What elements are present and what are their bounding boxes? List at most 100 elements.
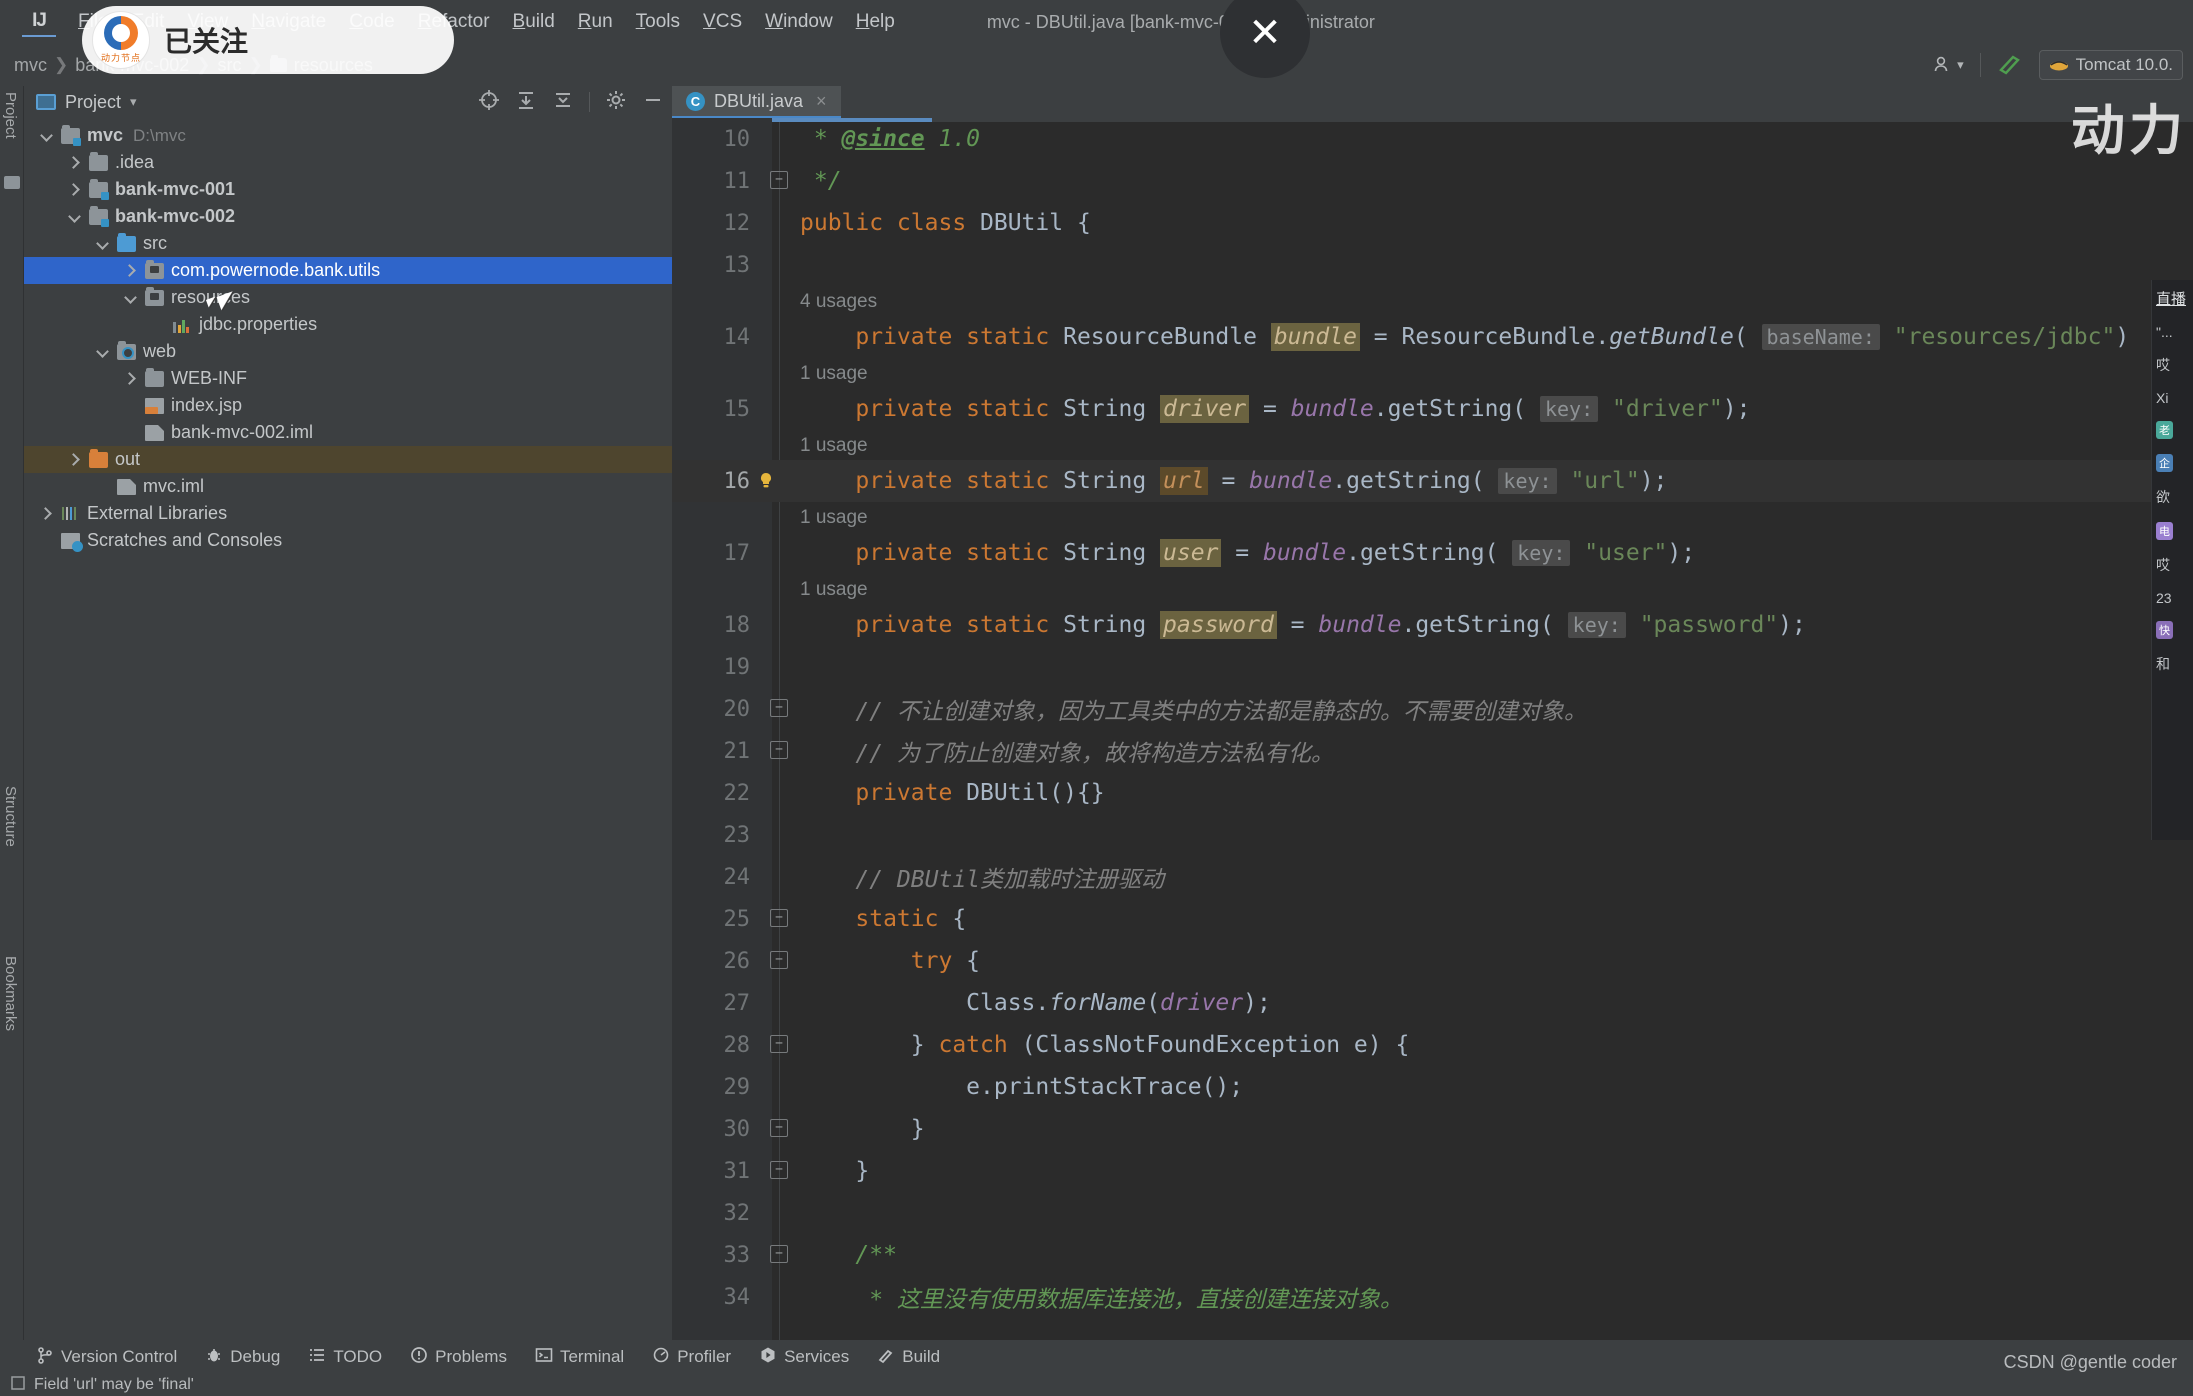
menu-item-help[interactable]: Help (856, 11, 895, 33)
fold-collapse-icon[interactable]: − (770, 171, 788, 189)
chevron-right-icon[interactable] (38, 505, 55, 522)
chevron-down-icon[interactable] (66, 208, 83, 225)
menu-item-tools[interactable]: Tools (636, 11, 680, 33)
code-line-21[interactable]: 21 − // 为了防止创建对象，故将构造方法私有化。 (672, 730, 2193, 772)
code-line-15[interactable]: 15 private static String driver = bundle… (672, 388, 2193, 430)
minimize-icon[interactable] (642, 89, 664, 116)
code-editor[interactable]: 10 * @since 1.0 11 − */ 12 public class DBUt… (672, 118, 2193, 1340)
tree-item--idea[interactable]: .idea (24, 149, 672, 176)
chevron-down-icon[interactable]: ▾ (130, 94, 137, 110)
chevron-down-icon[interactable] (94, 235, 111, 252)
fold-collapse-icon[interactable]: − (770, 909, 788, 927)
chat-message-list[interactable]: "... 哎 Xi 老企欲电哎 23 快和 (2156, 324, 2189, 674)
tree-item-resources[interactable]: resources (24, 284, 672, 311)
usage-hint[interactable]: 4 usages (800, 286, 877, 318)
tree-item-web-inf[interactable]: WEB-INF (24, 365, 672, 392)
tree-item-bank-mvc-001[interactable]: bank-mvc-001 (24, 176, 672, 203)
usage-hint[interactable]: 1 usage (800, 430, 868, 462)
code-line-34[interactable]: 34 * 这里没有使用数据库连接池，直接创建连接对象。 (672, 1276, 2193, 1318)
tree-item-web[interactable]: web (24, 338, 672, 365)
code-line-32[interactable]: 32 (672, 1192, 2193, 1234)
follow-badge-overlay[interactable]: 动力节点 已关注 (82, 6, 454, 74)
code-line-19[interactable]: 19 (672, 646, 2193, 688)
tool-window-build[interactable]: Build (877, 1346, 940, 1369)
tree-item-bank-mvc-002[interactable]: bank-mvc-002 (24, 203, 672, 230)
code-line-27[interactable]: 27 Class.forName(driver); (672, 982, 2193, 1024)
tree-item-mvc[interactable]: mvc D:\mvc (24, 122, 672, 149)
fold-collapse-icon[interactable]: − (770, 1161, 788, 1179)
usage-hint[interactable]: 1 usage (800, 574, 868, 606)
usage-hint[interactable]: 1 usage (800, 358, 868, 390)
chevron-down-icon[interactable] (94, 343, 111, 360)
tree-item-mvc-iml[interactable]: mvc.iml (24, 473, 672, 500)
user-icon[interactable]: ▾ (1933, 56, 1964, 74)
tree-item-com-powernode-bank-utils[interactable]: com.powernode.bank.utils (24, 257, 672, 284)
tree-item-index-jsp[interactable]: index.jsp (24, 392, 672, 419)
code-line-23[interactable]: 23 (672, 814, 2193, 856)
live-chat-panel[interactable]: 直播 "... 哎 Xi 老企欲电哎 23 快和 (2151, 280, 2193, 840)
chevron-right-icon[interactable] (66, 181, 83, 198)
code-line-16[interactable]: 16 private static String url = bundle.ge… (672, 460, 2193, 502)
code-line-26[interactable]: 26 − try { (672, 940, 2193, 982)
menu-item-vcs[interactable]: VCS (703, 11, 742, 33)
fold-collapse-icon[interactable]: − (770, 951, 788, 969)
code-line-10[interactable]: 10 * @since 1.0 (672, 118, 2193, 160)
code-line-12[interactable]: 12 public class DBUtil { (672, 202, 2193, 244)
tool-window-debug[interactable]: Debug (205, 1346, 280, 1369)
chevron-right-icon[interactable] (122, 262, 139, 279)
fold-collapse-icon[interactable]: − (770, 699, 788, 717)
code-line-29[interactable]: 29 e.printStackTrace(); (672, 1066, 2193, 1108)
tree-item-bank-mvc-002-iml[interactable]: bank-mvc-002.iml (24, 419, 672, 446)
fold-collapse-icon[interactable]: − (770, 1245, 788, 1263)
target-icon[interactable] (478, 89, 500, 116)
gear-icon[interactable] (605, 89, 627, 116)
code-line-13[interactable]: 13 (672, 244, 2193, 286)
tool-window-profiler[interactable]: Profiler (652, 1346, 731, 1369)
code-line-14[interactable]: 14 private static ResourceBundle bundle … (672, 316, 2193, 358)
code-line-20[interactable]: 20 − // 不让创建对象，因为工具类中的方法都是静态的。不需要创建对象。 (672, 688, 2193, 730)
build-icon[interactable] (1997, 51, 2023, 80)
code-line-25[interactable]: 25 − static { (672, 898, 2193, 940)
chevron-down-icon[interactable] (122, 289, 139, 306)
chevron-right-icon[interactable] (122, 370, 139, 387)
rail-bookmarks-label[interactable]: Bookmarks (2, 956, 19, 1031)
tree-item-jdbc-properties[interactable]: jdbc.properties (24, 311, 672, 338)
tree-item-out[interactable]: out (24, 446, 672, 473)
tree-item-src[interactable]: src (24, 230, 672, 257)
code-line-22[interactable]: 22 private DBUtil(){} (672, 772, 2193, 814)
close-icon[interactable]: × (816, 91, 827, 112)
code-line-31[interactable]: 31 − } (672, 1150, 2193, 1192)
code-line-18[interactable]: 18 private static String password = bund… (672, 604, 2193, 646)
tool-window-terminal[interactable]: Terminal (535, 1346, 624, 1369)
run-configuration-selector[interactable]: Tomcat 10.0. (2038, 50, 2183, 80)
tool-window-version-control[interactable]: Version Control (36, 1346, 177, 1369)
code-line-17[interactable]: 17 private static String user = bundle.g… (672, 532, 2193, 574)
fold-collapse-icon[interactable]: − (770, 1119, 788, 1137)
tree-item-external-libraries[interactable]: External Libraries (24, 500, 672, 527)
menu-item-run[interactable]: Run (578, 11, 613, 33)
chevron-down-icon[interactable] (38, 127, 55, 144)
code-line-24[interactable]: 24 // DBUtil类加载时注册驱动 (672, 856, 2193, 898)
rail-structure-label[interactable]: Structure (2, 786, 19, 847)
code-line-28[interactable]: 28 − } catch (ClassNotFoundException e) { (672, 1024, 2193, 1066)
tree-item-scratches-and-consoles[interactable]: Scratches and Consoles (24, 527, 672, 554)
tool-window-problems[interactable]: Problems (410, 1346, 507, 1369)
chevron-right-icon[interactable] (66, 154, 83, 171)
code-content[interactable]: 10 * @since 1.0 11 − */ 12 public class DBUt… (672, 118, 2193, 1340)
chevron-right-icon[interactable] (66, 451, 83, 468)
code-line-33[interactable]: 33 − /** (672, 1234, 2193, 1276)
breadcrumb-item-mvc[interactable]: mvc (14, 55, 47, 76)
tool-window-todo[interactable]: TODO (308, 1346, 382, 1369)
menu-item-window[interactable]: Window (765, 11, 833, 33)
tool-window-services[interactable]: Services (759, 1346, 849, 1369)
collapse-all-icon[interactable] (515, 89, 537, 116)
editor-tab-dbutil[interactable]: C DBUtil.java × (672, 86, 841, 118)
rail-project-label[interactable]: Project (2, 92, 19, 139)
expand-icon[interactable] (552, 89, 574, 116)
fold-collapse-icon[interactable]: − (770, 741, 788, 759)
intention-bulb-icon[interactable] (756, 471, 776, 491)
tool-window-bar[interactable]: Version Control Debug TODO Problems Terminal… (0, 1340, 2193, 1374)
code-line-30[interactable]: 30 − } (672, 1108, 2193, 1150)
project-tree[interactable]: mvc D:\mvc .idea bank-mvc-001 bank-mvc-002 sr… (24, 118, 672, 1340)
code-line-11[interactable]: 11 − */ (672, 160, 2193, 202)
